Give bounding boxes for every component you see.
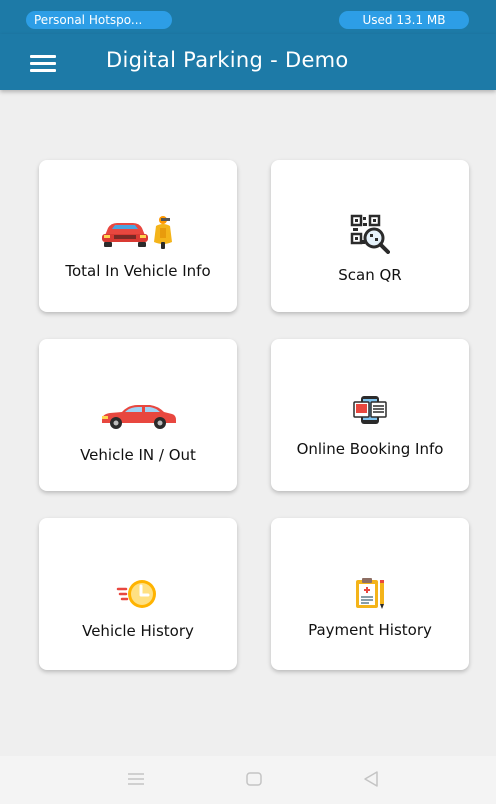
tile-payment-history[interactable]: Payment History [271, 518, 469, 670]
data-usage-indicator: Used 13.1 MB [339, 11, 469, 29]
qr-scan-icon [271, 214, 469, 254]
back-icon[interactable] [362, 770, 380, 788]
tile-label: Vehicle History [82, 622, 194, 640]
tile-label: Payment History [308, 621, 432, 639]
car-icon [39, 402, 237, 430]
online-booking-icon [271, 395, 469, 425]
tile-label: Total In Vehicle Info [65, 262, 211, 280]
app-bar: Digital Parking - Demo [0, 34, 496, 90]
status-bar: Personal Hotspo... Used 13.1 MB [0, 0, 496, 34]
hamburger-menu-icon[interactable] [30, 55, 56, 72]
recents-icon[interactable] [127, 772, 145, 786]
clock-history-icon [39, 578, 237, 610]
home-icon[interactable] [245, 771, 263, 787]
tile-label: Vehicle IN / Out [80, 446, 196, 464]
clipboard-payment-icon [271, 576, 469, 610]
tile-scan-qr[interactable]: Scan QR [271, 160, 469, 312]
tile-label: Scan QR [338, 266, 402, 284]
car-and-scooter-icon [39, 214, 237, 250]
tile-label: Online Booking Info [296, 440, 444, 458]
app-title: Digital Parking - Demo [106, 48, 349, 72]
tile-vehicle-in-out[interactable]: Vehicle IN / Out [39, 339, 237, 491]
tile-total-in-vehicle-info[interactable]: Total In Vehicle Info [39, 160, 237, 312]
tile-online-booking-info[interactable]: Online Booking Info [271, 339, 469, 491]
system-nav-bar [0, 756, 496, 804]
hotspot-indicator: Personal Hotspo... [26, 11, 172, 29]
tile-vehicle-history[interactable]: Vehicle History [39, 518, 237, 670]
